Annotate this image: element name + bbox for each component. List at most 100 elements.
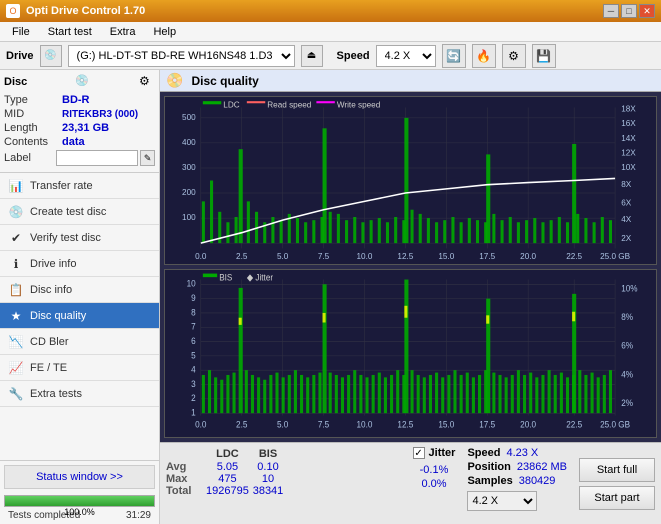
sidebar-item-drive-info[interactable]: ℹ Drive info [0, 251, 159, 277]
sidebar-item-transfer-rate[interactable]: 📊 Transfer rate [0, 173, 159, 199]
jitter-table: -0.1% 0.0% [413, 463, 456, 491]
svg-text:16X: 16X [621, 119, 636, 128]
menu-start-test[interactable]: Start test [40, 24, 100, 40]
svg-text:Write speed: Write speed [337, 100, 381, 109]
minimize-button[interactable]: ─ [603, 4, 619, 18]
sidebar-item-fe-te[interactable]: 📈 FE / TE [0, 355, 159, 381]
speed-select-stats[interactable]: 4.2 X [467, 491, 537, 511]
speed-position-section: Speed 4.23 X Position 23862 MB Samples 3… [461, 443, 573, 524]
disc-quality-icon: ★ [8, 308, 24, 324]
type-value: BD-R [62, 94, 90, 106]
svg-text:7.5: 7.5 [318, 252, 330, 261]
speed-select[interactable]: 4.2 X [376, 45, 436, 67]
jitter-max: 0.0% [413, 477, 456, 491]
sidebar-item-disc-info[interactable]: 📋 Disc info [0, 277, 159, 303]
svg-text:200: 200 [182, 188, 196, 197]
svg-text:7.5: 7.5 [318, 419, 329, 430]
stats-row-max-label: Max [166, 473, 206, 485]
progress-text: 100.0% [5, 506, 154, 518]
bottom-chart-container: 10 9 8 7 6 5 4 3 2 1 10% 8% 6% [164, 269, 657, 438]
svg-text:2X: 2X [621, 234, 631, 243]
settings-button[interactable]: ⚙ [502, 44, 526, 68]
disc-icon: 💿 [75, 74, 91, 90]
svg-text:10.0: 10.0 [357, 252, 373, 261]
drive-bar: Drive 💿 (G:) HL-DT-ST BD-RE WH16NS48 1.D… [0, 42, 661, 70]
disc-settings-icon[interactable]: ⚙ [139, 74, 155, 90]
contents-value: data [62, 136, 85, 148]
chart-title: Disc quality [191, 74, 258, 88]
position-label: Position [467, 461, 510, 473]
svg-text:5.0: 5.0 [277, 419, 288, 430]
disc-title: Disc [4, 76, 27, 88]
nav-label-fe-te: FE / TE [30, 362, 67, 374]
title-bar: O Opti Drive Control 1.70 ─ □ ✕ [0, 0, 661, 22]
svg-text:6X: 6X [621, 198, 631, 207]
svg-text:12.5: 12.5 [397, 252, 413, 261]
col-header-ldc: LDC [206, 447, 249, 461]
svg-text:7: 7 [191, 321, 196, 332]
svg-text:17.5: 17.5 [479, 419, 495, 430]
contents-label: Contents [4, 136, 62, 148]
svg-text:5.0: 5.0 [277, 252, 289, 261]
jitter-avg: -0.1% [413, 463, 456, 477]
drive-label: Drive [6, 50, 34, 62]
extra-tests-icon: 🔧 [8, 386, 24, 402]
svg-text:15.0: 15.0 [438, 252, 454, 261]
nav-label-disc-quality: Disc quality [30, 310, 86, 322]
verify-test-disc-icon: ✔ [8, 230, 24, 246]
disc-section: Disc 💿 ⚙ Type BD-R MID RITEKBR3 (000) Le… [0, 70, 159, 173]
eject-button[interactable]: ⏏ [301, 45, 323, 67]
window-title: Opti Drive Control 1.70 [26, 5, 145, 17]
speed-label: Speed [337, 50, 370, 62]
sidebar-item-verify-test-disc[interactable]: ✔ Verify test disc [0, 225, 159, 251]
drive-select[interactable]: (G:) HL-DT-ST BD-RE WH16NS48 1.D3 [68, 45, 295, 67]
start-full-button[interactable]: Start full [579, 458, 655, 482]
svg-text:8X: 8X [621, 180, 631, 189]
disc-info-icon: 📋 [8, 282, 24, 298]
stats-avg-bis: 0.10 [249, 461, 287, 473]
sidebar-item-cd-bler[interactable]: 📉 CD Bler [0, 329, 159, 355]
maximize-button[interactable]: □ [621, 4, 637, 18]
save-button[interactable]: 💾 [532, 44, 556, 68]
label-input[interactable] [56, 150, 138, 166]
menu-file[interactable]: File [4, 24, 38, 40]
svg-text:6%: 6% [621, 340, 633, 351]
status-section: Status window >> 100.0% Tests completed … [0, 460, 159, 524]
sidebar-item-extra-tests[interactable]: 🔧 Extra tests [0, 381, 159, 407]
start-part-button[interactable]: Start part [579, 486, 655, 510]
sidebar-item-create-test-disc[interactable]: 💿 Create test disc [0, 199, 159, 225]
menu-extra[interactable]: Extra [102, 24, 144, 40]
jitter-section: ✓ Jitter -0.1% 0.0% [407, 443, 462, 524]
svg-text:8: 8 [191, 307, 196, 318]
drive-icon-button[interactable]: 💿 [40, 45, 62, 67]
stats-total-ldc: 1926795 [206, 485, 249, 497]
close-button[interactable]: ✕ [639, 4, 655, 18]
svg-text:300: 300 [182, 163, 196, 172]
fe-te-icon: 📈 [8, 360, 24, 376]
type-label: Type [4, 94, 62, 106]
nav-label-drive-info: Drive info [30, 258, 76, 270]
progress-bar: 100.0% [4, 495, 155, 507]
svg-text:2.5: 2.5 [236, 419, 247, 430]
nav-menu: 📊 Transfer rate 💿 Create test disc ✔ Ver… [0, 173, 159, 407]
content-area: 📀 Disc quality [160, 70, 661, 524]
label-edit-button[interactable]: ✎ [140, 150, 155, 166]
stats-table: LDC BIS Avg 5.05 0.10 Max [166, 447, 287, 497]
burn-button[interactable]: 🔥 [472, 44, 496, 68]
menu-help[interactable]: Help [145, 24, 184, 40]
svg-text:1: 1 [191, 407, 196, 418]
refresh-button[interactable]: 🔄 [442, 44, 466, 68]
charts-wrapper: 500 400 300 200 100 18X 16X 14X 12X 10X … [160, 92, 661, 442]
svg-text:9: 9 [191, 292, 196, 303]
svg-text:0.0: 0.0 [195, 252, 207, 261]
jitter-checkbox[interactable]: ✓ [413, 447, 425, 459]
stats-row-avg-label: Avg [166, 461, 206, 473]
drive-info-icon: ℹ [8, 256, 24, 272]
transfer-rate-icon: 📊 [8, 178, 24, 194]
svg-text:10.0: 10.0 [357, 419, 373, 430]
svg-text:BIS: BIS [219, 272, 232, 283]
sidebar-item-disc-quality[interactable]: ★ Disc quality [0, 303, 159, 329]
label-label: Label [4, 152, 56, 164]
status-window-button[interactable]: Status window >> [4, 465, 155, 489]
stats-max-ldc: 475 [206, 473, 249, 485]
